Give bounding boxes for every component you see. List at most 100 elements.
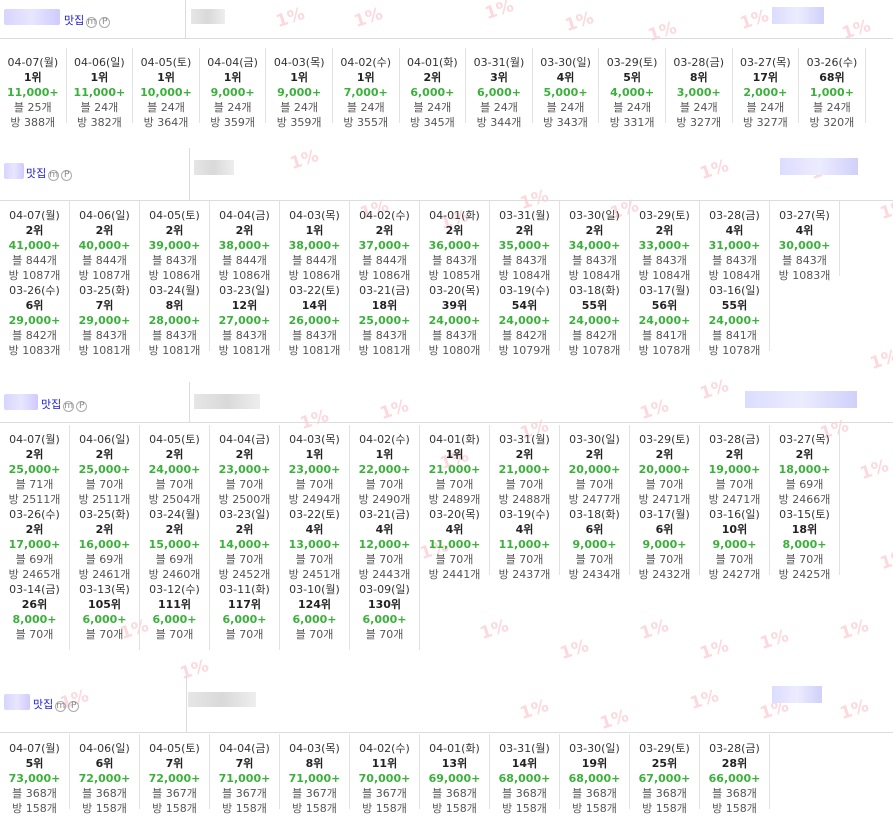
date-label: 04-03(목) [289, 209, 340, 222]
date-label: 03-10(월) [289, 583, 340, 596]
watermark-text: 1% [867, 346, 893, 374]
rank-cell: 03-16(일) 55위 24,000+ 블 841개 방 1078개 [700, 276, 770, 357]
search-volume: 28,000+ [148, 314, 201, 327]
search-volume: 11,000+ [6, 86, 59, 99]
blog-count: 블 367개 [292, 787, 337, 800]
rank-value: 14위 [511, 757, 538, 770]
date-label: 03-24(월) [149, 284, 200, 297]
blog-count: 블 69개 [85, 553, 124, 566]
rank-cell: 03-21(금) 4위 12,000+ 블 70개 방 2443개 [350, 500, 420, 581]
cafe-count: 방 158개 [362, 802, 407, 815]
rank-cell: 03-27(목) 2위 18,000+ 블 69개 방 2466개 [770, 425, 840, 506]
rank-cell: 04-01(화) 2위 6,000+ 블 24개 방 345개 [400, 48, 467, 129]
rank-value: 2위 [655, 224, 674, 237]
rank-value: 2위 [25, 448, 44, 461]
blog-count: 블 368개 [432, 787, 477, 800]
rank-value: 7위 [165, 757, 184, 770]
rank-value: 18위 [371, 299, 398, 312]
section-title[interactable]: 맛집 m P [26, 165, 73, 181]
rank-value: 2위 [375, 224, 394, 237]
search-volume: 3,000+ [676, 86, 721, 99]
rank-cell: 03-10(월) 124위 6,000+ 블 70개 [280, 575, 350, 650]
blog-count: 블 70개 [365, 478, 404, 491]
rank-cell: 04-02(수) 11위 70,000+ 블 367개 방 158개 [350, 734, 420, 815]
rank-cell: 03-30(일) 2위 20,000+ 블 70개 방 2477개 [560, 425, 630, 506]
rank-value: 7위 [235, 757, 254, 770]
blog-count: 블 69개 [155, 553, 194, 566]
rank-value: 39위 [441, 299, 468, 312]
blog-count: 블 24개 [346, 101, 385, 114]
blog-count: 블 368개 [572, 787, 617, 800]
blog-count: 블 70개 [295, 628, 334, 641]
rank-value: 1위 [305, 224, 324, 237]
blog-count: 블 843개 [642, 254, 687, 267]
rank-value: 1위 [157, 71, 175, 84]
rank-value: 13위 [441, 757, 468, 770]
search-volume: 11,000+ [428, 538, 481, 551]
search-volume: 9,000+ [210, 86, 255, 99]
rank-value: 10위 [721, 523, 748, 536]
blog-count: 블 842개 [12, 329, 57, 342]
blog-count: 블 842개 [502, 329, 547, 342]
rank-cell: 03-28(금) 28위 66,000+ 블 368개 방 158개 [700, 734, 770, 815]
date-label: 04-03(목) [273, 56, 325, 69]
blog-count: 블 70개 [155, 628, 194, 641]
date-label: 04-05(토) [149, 209, 200, 222]
rank-cell: 04-05(토) 2위 39,000+ 블 843개 방 1086개 [140, 201, 210, 282]
cafe-count: 방 2432개 [638, 568, 691, 581]
rank-cell: 03-29(토) 25위 67,000+ 블 368개 방 158개 [630, 734, 700, 815]
rank-cell: 04-03(목) 8위 71,000+ 블 367개 방 158개 [280, 734, 350, 815]
blog-count: 블 70개 [505, 553, 544, 566]
search-volume: 7,000+ [343, 86, 388, 99]
date-label: 03-15(토) [779, 508, 830, 521]
cafe-count: 방 343개 [543, 116, 588, 129]
blog-count: 블 843개 [712, 254, 757, 267]
date-label: 04-02(수) [359, 209, 410, 222]
rank-cell: 04-01(화) 2위 36,000+ 블 843개 방 1085개 [420, 201, 490, 282]
rank-cell: 03-23(일) 2위 14,000+ 블 70개 방 2452개 [210, 500, 280, 581]
rank-cell: 04-06(일) 2위 25,000+ 블 70개 방 2511개 [70, 425, 140, 506]
rank-value: 6위 [95, 757, 114, 770]
blog-count: 블 24개 [480, 101, 518, 114]
date-label: 03-29(토) [639, 433, 690, 446]
date-label: 03-21(금) [359, 284, 410, 297]
rank-cell: 04-03(목) 1위 38,000+ 블 844개 방 1086개 [280, 201, 350, 282]
blog-count: 블 842개 [572, 329, 617, 342]
blog-count: 블 844개 [362, 254, 407, 267]
section-title[interactable]: 맛집 m P [33, 696, 80, 712]
date-label: 03-31(월) [499, 742, 550, 755]
rank-cell: 03-25(화) 2위 16,000+ 블 69개 방 2461개 [70, 500, 140, 581]
rank-value: 2위 [95, 224, 114, 237]
date-label: 03-16(일) [709, 284, 760, 297]
search-volume: 25,000+ [8, 463, 61, 476]
blog-count: 블 844개 [222, 254, 267, 267]
cafe-count: 방 327개 [742, 116, 788, 129]
rank-value: 2위 [235, 224, 254, 237]
rank-value: 111위 [157, 598, 192, 611]
search-volume: 71,000+ [218, 772, 271, 785]
date-label: 03-31(월) [499, 209, 550, 222]
date-label: 04-04(금) [219, 742, 270, 755]
search-volume: 4,000+ [610, 86, 655, 99]
date-label: 04-05(토) [149, 742, 200, 755]
rank-value: 18위 [791, 523, 818, 536]
blog-count: 블 69개 [785, 478, 824, 491]
rank-cell: 03-31(월) 2위 21,000+ 블 70개 방 2488개 [490, 425, 560, 506]
section-title[interactable]: 맛집 m P [64, 12, 111, 28]
rank-value: 4위 [515, 523, 534, 536]
date-label: 03-29(토) [606, 56, 658, 69]
blog-count: 블 24개 [280, 101, 319, 114]
date-label: 04-02(수) [359, 433, 410, 446]
blog-count: 블 368개 [82, 787, 127, 800]
rank-value: 8위 [305, 757, 324, 770]
rank-cell: 03-13(목) 105위 6,000+ 블 70개 [70, 575, 140, 650]
date-label: 04-04(금) [207, 56, 258, 69]
rank-cell: 03-29(토) 2위 20,000+ 블 70개 방 2471개 [630, 425, 700, 506]
blurred-tag [772, 686, 822, 703]
cafe-count: 방 355개 [343, 116, 389, 129]
date-label: 03-09(일) [359, 583, 410, 596]
rank-value: 14위 [301, 299, 328, 312]
rank-cell: 04-07(월) 1위 11,000+ 블 25개 방 388개 [0, 48, 67, 129]
section-title[interactable]: 맛집 m P [41, 396, 88, 412]
search-volume: 6,000+ [476, 86, 521, 99]
